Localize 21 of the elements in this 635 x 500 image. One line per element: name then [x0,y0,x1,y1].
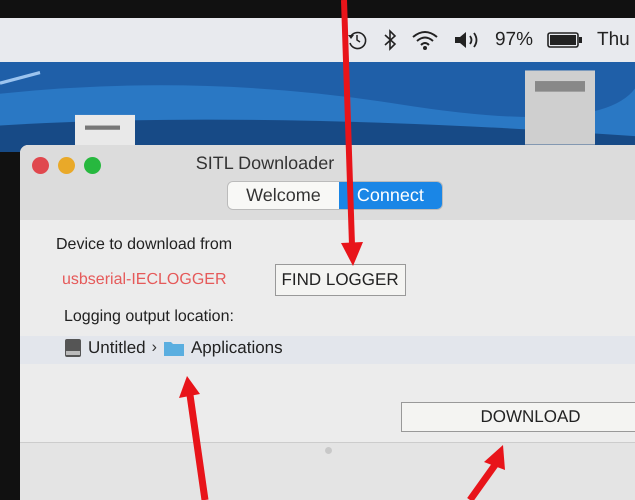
path-separator: › [152,339,157,357]
device-name: usbserial-IECLOGGER [62,271,226,289]
find-logger-button[interactable]: FIND LOGGER [274,264,406,296]
download-button[interactable]: DOWNLOAD [401,402,635,432]
wifi-icon[interactable] [410,29,439,51]
path-control[interactable]: Untitled › Applications [20,336,635,364]
device-label: Device to download from [56,236,234,254]
close-button[interactable] [32,157,49,174]
output-label: Logging output location: [64,308,235,326]
annotation-arrow [467,445,505,500]
menu-clock[interactable]: Thu [597,29,629,51]
window-title: SITL Downloader [196,153,334,174]
battery-percent: 97% [494,29,533,51]
bluetooth-icon[interactable] [382,28,397,52]
splitter-handle[interactable] [325,447,332,454]
tab[interactable]: Welcome [228,182,339,209]
tab[interactable]: Connect [338,182,442,209]
path-item[interactable]: Applications [190,338,283,358]
folder-icon [162,339,185,357]
battery-icon[interactable] [547,31,583,49]
path-item[interactable]: Untitled [88,338,146,358]
